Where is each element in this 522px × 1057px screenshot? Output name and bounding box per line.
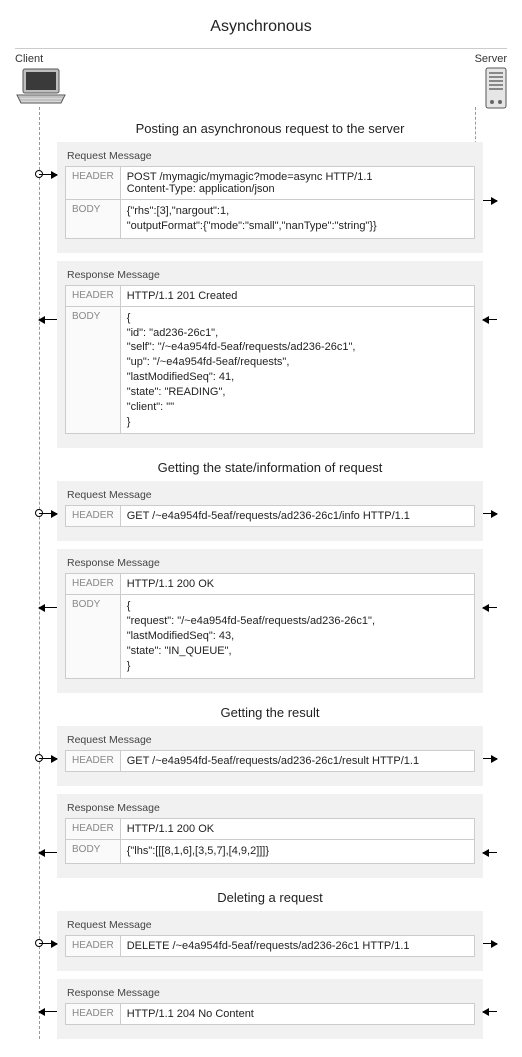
request-message: Request Message HEADERPOST /mymagic/mymag… [57,142,483,253]
arrow-to-server-icon [483,513,497,514]
header-label: HEADER [66,167,121,200]
body-value: { "request": "/~e4a954fd-5eaf/requests/a… [120,595,474,678]
message-table: HEADERHTTP/1.1 204 No Content [65,1003,475,1025]
client-lifeline [39,107,40,1039]
arrow-into-request-icon [39,513,57,514]
arrow-from-server-icon [483,1011,497,1012]
message-table: HEADERHTTP/1.1 201 CreatedBODY{ "id": "a… [65,285,475,435]
message-table: HEADERGET /~e4a954fd-5eaf/requests/ad236… [65,505,475,527]
divider [15,48,507,49]
body-label: BODY [66,839,121,863]
header-value: DELETE /~e4a954fd-5eaf/requests/ad236-26… [120,935,474,956]
header-label: HEADER [66,935,121,956]
body-value: { "id": "ad236-26c1", "self": "/~e4a954f… [120,306,474,434]
header-label: HEADER [66,506,121,527]
header-value: GET /~e4a954fd-5eaf/requests/ad236-26c1/… [120,506,474,527]
header-label: HEADER [66,750,121,771]
message-caption: Response Message [67,987,475,999]
arrow-from-server-icon [483,852,497,853]
page-title: Asynchronous [15,18,507,36]
section-heading: Getting the state/information of request [57,460,483,475]
laptop-icon [15,67,67,105]
section-heading: Deleting a request [57,890,483,905]
header-label: HEADER [66,1003,121,1024]
message-caption: Request Message [67,489,475,501]
header-value: HTTP/1.1 201 Created [120,285,474,306]
body-label: BODY [66,595,121,678]
header-label: HEADER [66,285,121,306]
message-table: HEADERHTTP/1.1 200 OKBODY{"lhs":[[[8,1,6… [65,818,475,864]
message-caption: Request Message [67,734,475,746]
message-table: HEADERDELETE /~e4a954fd-5eaf/requests/ad… [65,935,475,957]
arrow-from-server-icon [483,607,497,608]
message-table: HEADERHTTP/1.1 200 OKBODY{ "request": "/… [65,573,475,678]
response-message: Response Message HEADERHTTP/1.1 200 OKBOD… [57,794,483,878]
message-caption: Response Message [67,557,475,569]
arrow-to-client-icon [39,852,57,853]
body-value: {"lhs":[[[8,1,6],[3,5,7],[4,9,2]]]} [120,839,474,863]
request-message: Request Message HEADERDELETE /~e4a954fd-5… [57,911,483,971]
server-icon [485,67,507,109]
server-lane-label: Server [475,53,507,65]
arrow-into-request-icon [39,943,57,944]
body-label: BODY [66,306,121,434]
response-message: Response Message HEADERHTTP/1.1 201 Creat… [57,261,483,449]
header-value: GET /~e4a954fd-5eaf/requests/ad236-26c1/… [120,750,474,771]
arrow-to-server-icon [483,200,497,201]
body-value: {"rhs":[3],"nargout":1, "outputFormat":{… [120,200,474,239]
message-caption: Request Message [67,150,475,162]
arrow-to-client-icon [39,1011,57,1012]
header-value: POST /mymagic/mymagic?mode=async HTTP/1.… [120,167,474,200]
body-label: BODY [66,200,121,239]
message-caption: Response Message [67,802,475,814]
header-label: HEADER [66,574,121,595]
arrow-from-server-icon [483,319,497,320]
header-value: HTTP/1.1 204 No Content [120,1003,474,1024]
message-table: HEADERPOST /mymagic/mymagic?mode=async H… [65,166,475,239]
section-heading: Posting an asynchronous request to the s… [57,121,483,136]
header-label: HEADER [66,818,121,839]
arrow-to-client-icon [39,607,57,608]
response-message: Response Message HEADERHTTP/1.1 204 No Co… [57,979,483,1039]
response-message: Response Message HEADERHTTP/1.1 200 OKBOD… [57,549,483,692]
message-table: HEADERGET /~e4a954fd-5eaf/requests/ad236… [65,750,475,772]
header-value: HTTP/1.1 200 OK [120,574,474,595]
arrow-into-request-icon [39,174,57,175]
message-caption: Response Message [67,269,475,281]
arrow-to-server-icon [483,943,497,944]
arrow-to-server-icon [483,758,497,759]
message-caption: Request Message [67,919,475,931]
client-lane-label: Client [15,53,43,65]
arrow-into-request-icon [39,758,57,759]
request-message: Request Message HEADERGET /~e4a954fd-5eaf… [57,481,483,541]
request-message: Request Message HEADERGET /~e4a954fd-5eaf… [57,726,483,786]
header-value: HTTP/1.1 200 OK [120,818,474,839]
arrow-to-client-icon [39,319,57,320]
section-heading: Getting the result [57,705,483,720]
